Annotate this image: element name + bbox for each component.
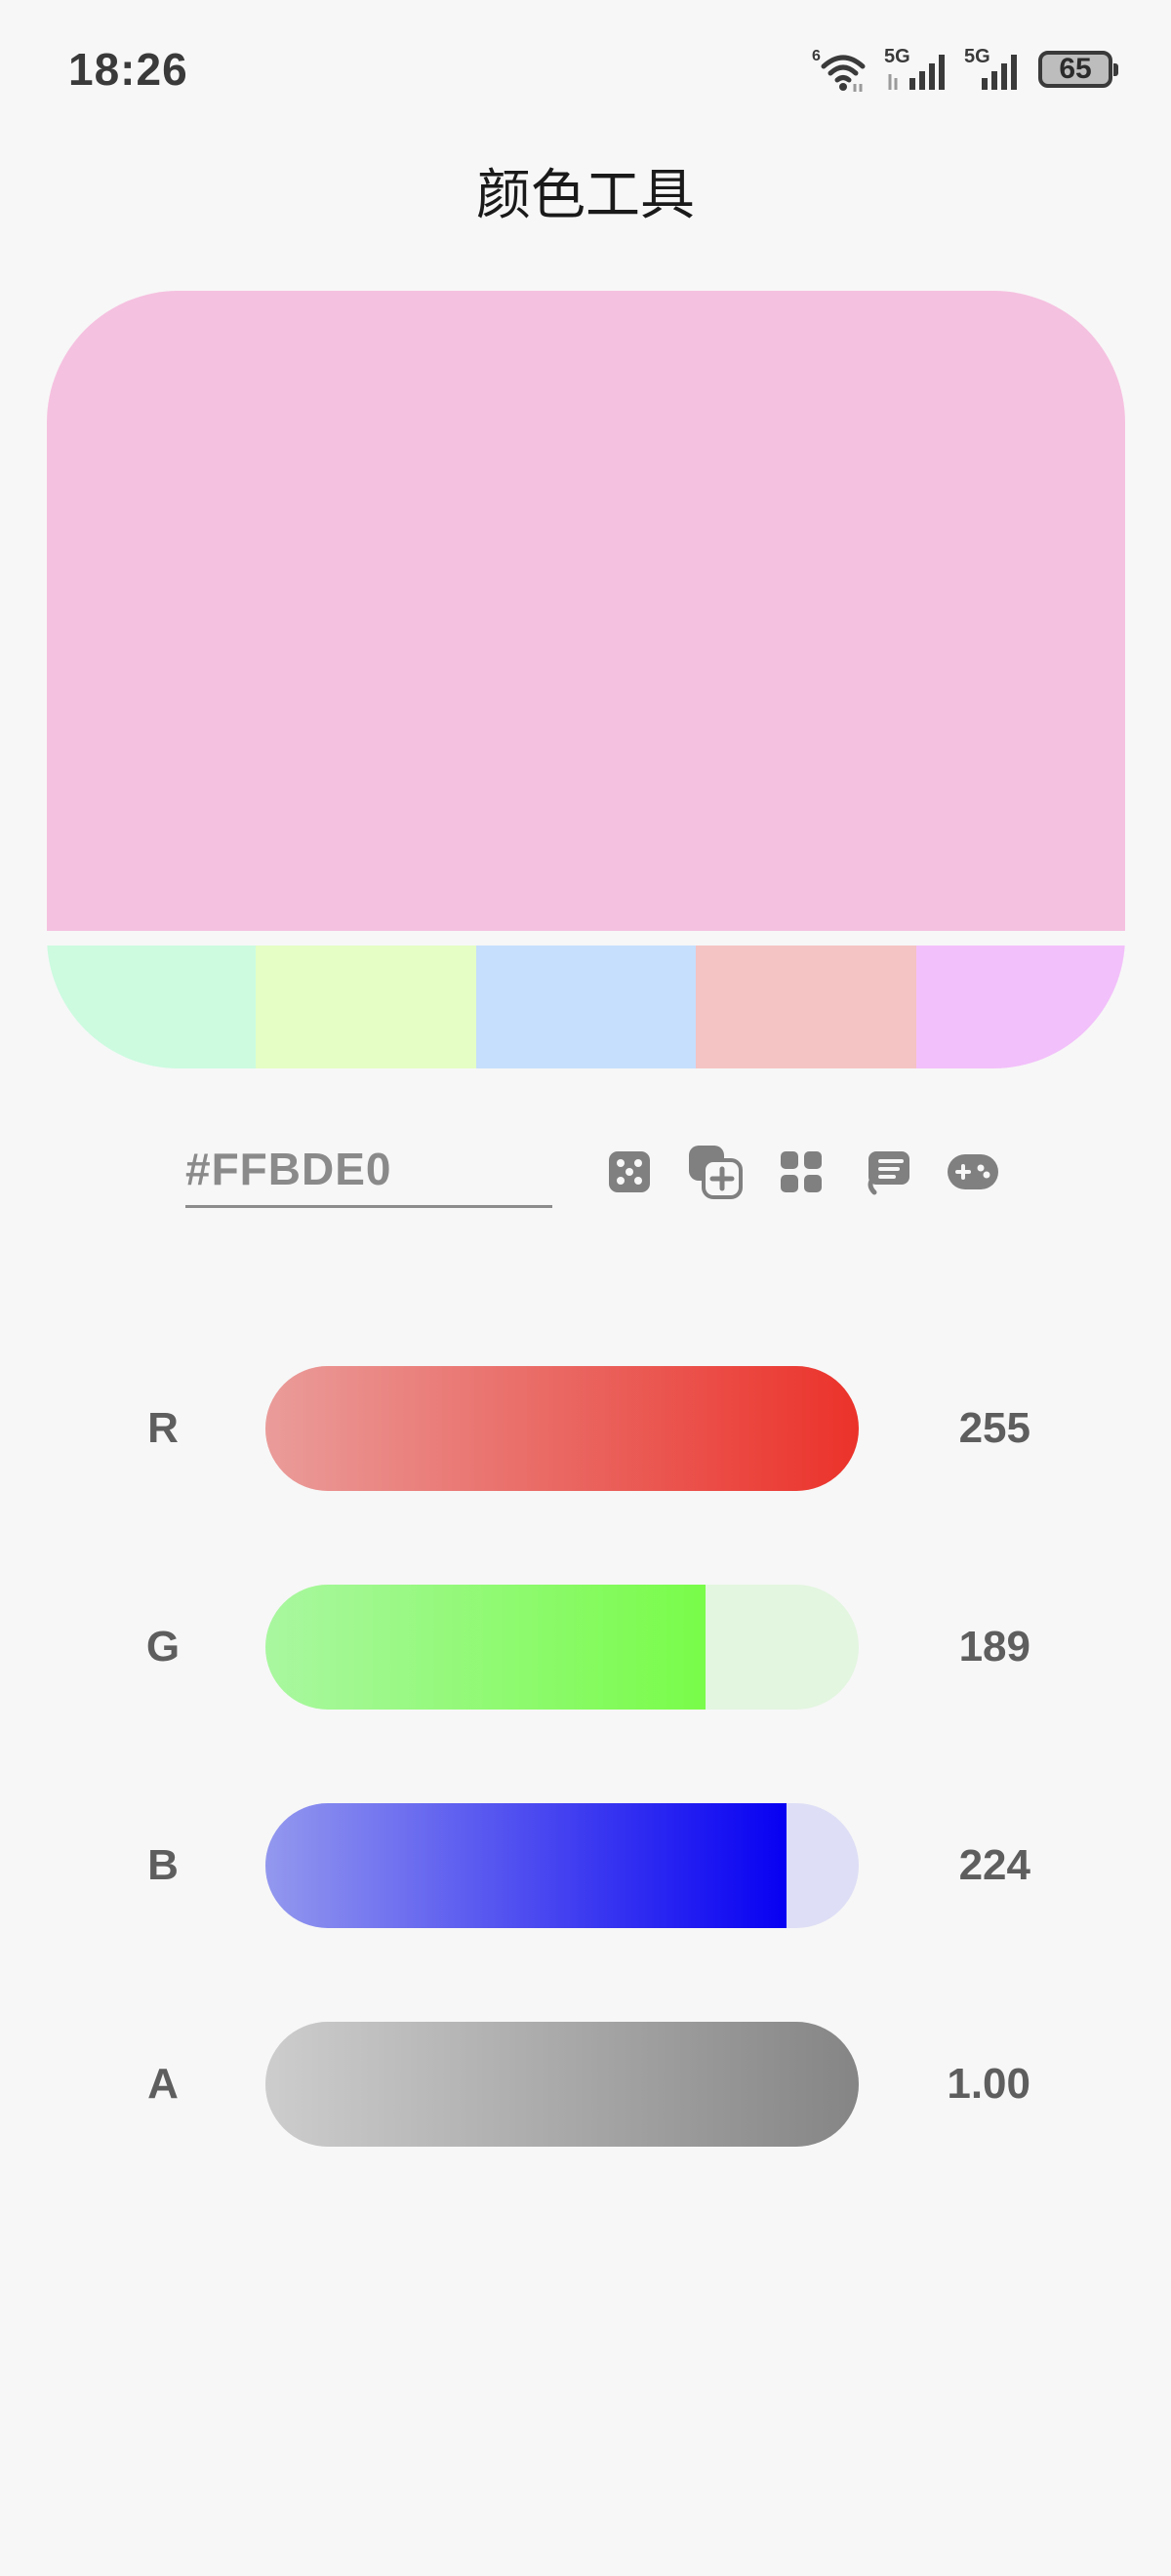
channel-row-a: A 1.00 [0, 2022, 1171, 2147]
status-icons: 6 5G 5G 65 [812, 45, 1118, 94]
gamepad-icon[interactable] [945, 1144, 1001, 1200]
palette-swatch-3[interactable] [475, 946, 697, 1068]
channel-label: R [147, 1404, 179, 1452]
channel-row-r: R 255 [0, 1366, 1171, 1491]
channel-value: 189 [958, 1623, 1030, 1670]
hex-value: #FFBDE0 [185, 1143, 392, 1194]
signal1-label: 5G [884, 46, 910, 67]
battery-level: 65 [1059, 53, 1092, 85]
green-slider-fill [265, 1585, 706, 1710]
wifi-icon: 6 [812, 45, 872, 94]
palette-swatch-1[interactable] [47, 946, 257, 1068]
alpha-slider[interactable] [265, 2022, 859, 2147]
channel-value: 255 [958, 1404, 1030, 1452]
green-slider[interactable] [265, 1585, 859, 1710]
alpha-slider-fill [265, 2022, 859, 2147]
channel-row-b: B 224 [0, 1803, 1171, 1928]
add-copy-icon[interactable] [687, 1144, 744, 1200]
red-slider[interactable] [265, 1366, 859, 1491]
channel-label: B [147, 1841, 179, 1889]
blue-slider-fill [265, 1803, 787, 1928]
palette [47, 946, 1125, 1068]
palette-swatch-4[interactable] [696, 946, 916, 1068]
status-time: 18:26 [68, 44, 188, 95]
channel-value: 224 [958, 1841, 1030, 1889]
hex-input[interactable]: #FFBDE0 [185, 1132, 552, 1208]
signal2-label: 5G [964, 46, 990, 67]
sort-icon[interactable] [859, 1144, 915, 1200]
status-bar: 18:26 6 5G 5G 65 [0, 0, 1171, 137]
toolbar [601, 1144, 1001, 1200]
battery-icon: 65 [1038, 51, 1118, 88]
channel-label: A [147, 2060, 179, 2108]
wifi-label: 6 [812, 48, 821, 64]
channel-row-g: G 189 [0, 1585, 1171, 1710]
palette-swatch-5[interactable] [915, 946, 1125, 1068]
channel-label: G [145, 1623, 181, 1670]
palette-swatch-2[interactable] [256, 946, 476, 1068]
red-slider-fill [265, 1366, 859, 1491]
dice-icon[interactable] [601, 1144, 658, 1200]
page-title: 颜色工具 [476, 164, 695, 227]
signal-icon-1: 5G [884, 45, 952, 94]
color-preview[interactable] [47, 291, 1125, 931]
grid-icon[interactable] [773, 1144, 829, 1200]
color-preview-card [47, 291, 1125, 1068]
channel-value: 1.00 [947, 2060, 1030, 2108]
blue-slider[interactable] [265, 1803, 859, 1928]
signal-icon-2: 5G [964, 45, 1027, 94]
